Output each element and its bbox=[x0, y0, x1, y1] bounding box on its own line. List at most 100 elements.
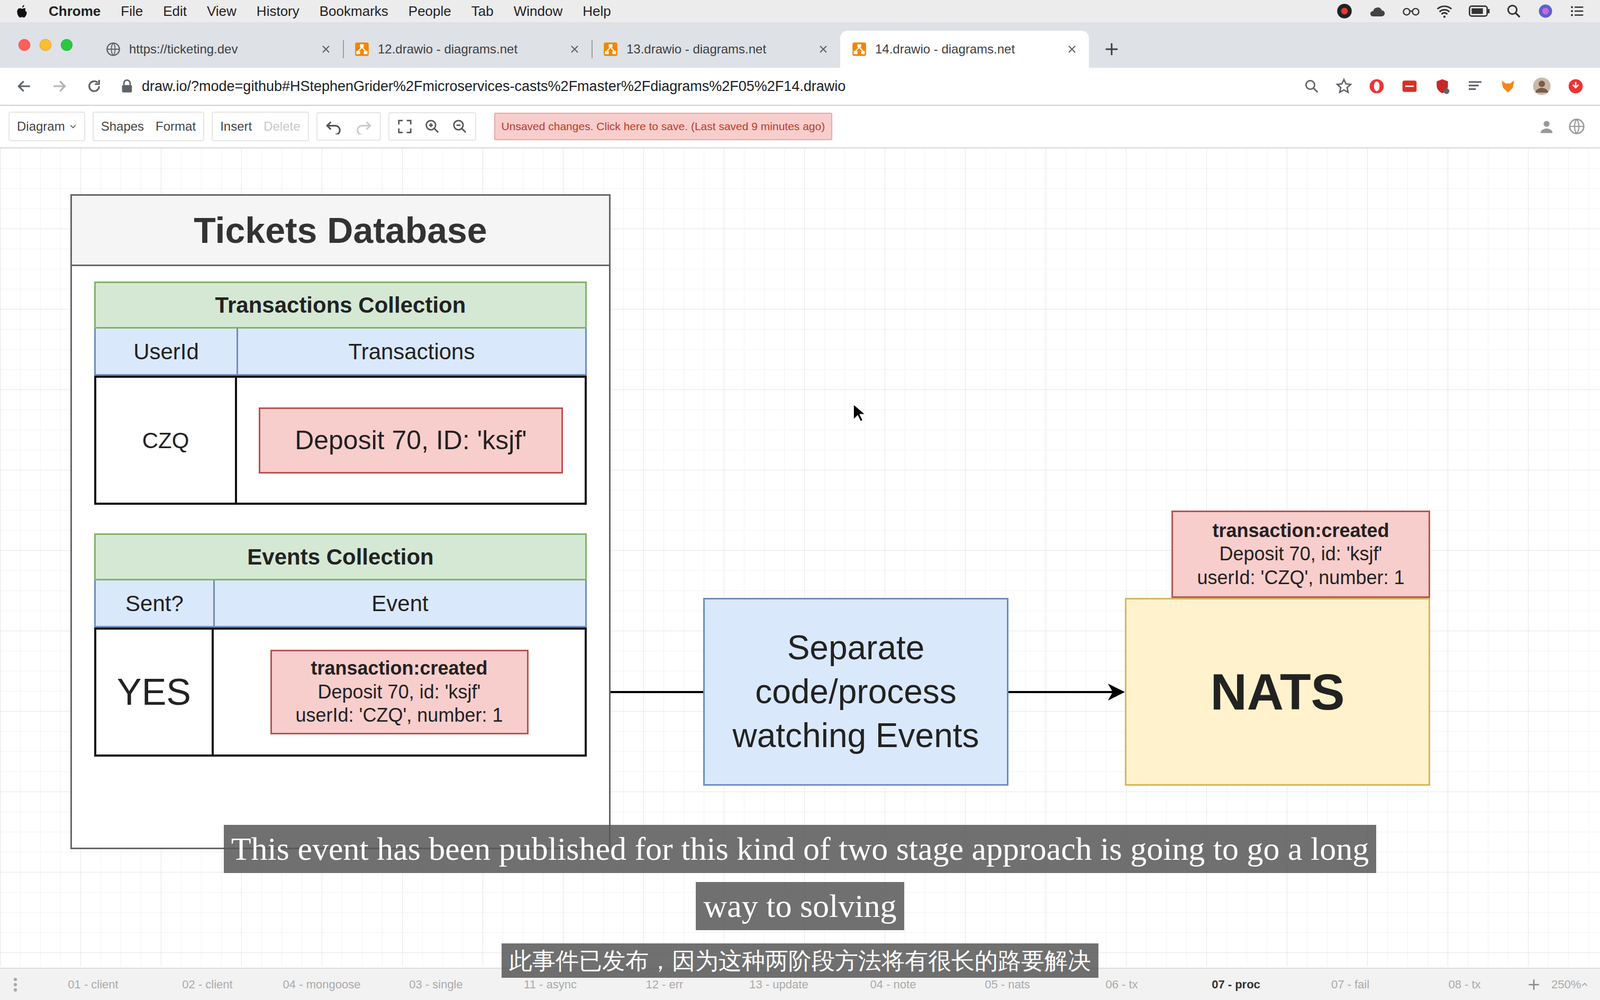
search-icon[interactable] bbox=[1505, 3, 1522, 20]
add-page-icon[interactable] bbox=[1526, 977, 1541, 992]
browser-tab[interactable]: https://ticketing.dev bbox=[94, 30, 343, 68]
page-tab[interactable]: 11 - async bbox=[493, 975, 608, 994]
reload-icon[interactable] bbox=[85, 77, 103, 95]
collection[interactable]: Events CollectionSent?EventYEStransactio… bbox=[94, 533, 587, 757]
close-tab-icon[interactable] bbox=[569, 43, 580, 55]
close-window-icon[interactable] bbox=[17, 38, 31, 52]
redo-icon bbox=[354, 118, 373, 135]
shield-extension-icon[interactable] bbox=[1433, 77, 1451, 95]
menu-item[interactable]: File bbox=[120, 1, 143, 22]
user-icon[interactable] bbox=[1538, 118, 1555, 135]
page-tab[interactable]: 02 - client bbox=[150, 975, 265, 994]
wifi-icon[interactable] bbox=[1435, 3, 1453, 20]
database-title[interactable]: Tickets Database bbox=[71, 195, 609, 267]
collection-row[interactable]: YES transaction:createdDeposit 70, id: 'k… bbox=[94, 627, 587, 757]
forward-icon[interactable] bbox=[50, 77, 68, 95]
zoom-caret-icon[interactable] bbox=[1580, 980, 1589, 989]
glasses-icon[interactable] bbox=[1402, 3, 1421, 20]
tab-title[interactable]: 12.drawio - diagrams.net bbox=[377, 39, 561, 59]
page-tab[interactable]: 07 - fail bbox=[1293, 975, 1408, 994]
siri-icon[interactable] bbox=[1537, 3, 1554, 20]
menu-item[interactable]: Edit bbox=[162, 1, 187, 22]
toolbar-button[interactable]: Diagram bbox=[16, 116, 66, 136]
cloud-icon[interactable] bbox=[1368, 3, 1387, 20]
language-globe-icon[interactable] bbox=[1568, 117, 1586, 135]
tab-title[interactable]: https://ticketing.dev bbox=[129, 39, 313, 59]
process-label: Separate bbox=[787, 625, 925, 670]
record-box[interactable]: transaction:createdDeposit 70, id: 'ksjf… bbox=[270, 649, 529, 735]
nats-node[interactable]: NATS bbox=[1124, 597, 1431, 786]
zoom-window-icon[interactable] bbox=[60, 38, 74, 52]
notification-list-icon[interactable] bbox=[1569, 3, 1586, 20]
browser-tab[interactable]: 12.drawio - diagrams.net bbox=[342, 30, 592, 68]
menu-item[interactable]: Bookmarks bbox=[319, 1, 389, 22]
zoom-out-icon[interactable] bbox=[451, 118, 468, 135]
back-icon[interactable] bbox=[15, 77, 33, 95]
fullscreen-icon[interactable] bbox=[396, 118, 413, 135]
close-tab-icon[interactable] bbox=[817, 43, 829, 55]
page-zoom-icon[interactable] bbox=[1303, 78, 1320, 95]
menu-item[interactable]: Help bbox=[582, 1, 611, 22]
battery-icon[interactable] bbox=[1468, 3, 1490, 20]
toolbar-button[interactable]: Insert bbox=[220, 116, 252, 136]
menu-item[interactable]: People bbox=[408, 1, 452, 22]
collection-title[interactable]: Transactions Collection bbox=[94, 281, 587, 329]
page-tab[interactable]: 04 - note bbox=[835, 975, 951, 994]
collection[interactable]: Transactions CollectionUserIdTransaction… bbox=[94, 281, 587, 505]
process-node[interactable]: Separatecode/processwatching Events bbox=[703, 597, 1009, 786]
url-text[interactable]: draw.io/?mode=github#HStephenGrider%2Fmi… bbox=[141, 75, 846, 98]
record-box[interactable]: Deposit 70, ID: 'ksjf' bbox=[258, 407, 563, 474]
collection-title[interactable]: Events Collection bbox=[94, 533, 587, 581]
zoom-in-icon[interactable] bbox=[424, 118, 441, 135]
bookmark-star-icon[interactable] bbox=[1335, 77, 1353, 95]
collection-columns: UserIdTransactions bbox=[94, 328, 587, 376]
tab-title[interactable]: 14.drawio - diagrams.net bbox=[875, 39, 1059, 59]
close-tab-icon[interactable] bbox=[320, 43, 332, 55]
menu-item[interactable]: History bbox=[256, 1, 300, 22]
zoom-level[interactable]: 250% bbox=[1551, 975, 1581, 994]
profile-avatar-icon[interactable] bbox=[1532, 76, 1552, 96]
row-key[interactable]: CZQ bbox=[96, 377, 238, 503]
page-tab[interactable]: 07 - proc bbox=[1178, 975, 1294, 994]
tickets-database[interactable]: Tickets Database Transactions CollectionU… bbox=[70, 194, 611, 850]
row-key[interactable]: YES bbox=[96, 629, 214, 755]
extension-red-icon[interactable] bbox=[1401, 77, 1418, 95]
collection-row[interactable]: CZQ Deposit 70, ID: 'ksjf' bbox=[94, 375, 587, 505]
opera-extension-icon[interactable] bbox=[1368, 77, 1386, 95]
menu-bar: Chrome File Edit View History Bookmarks People… bbox=[0, 0, 1600, 23]
toolbar-group: Diagram bbox=[8, 111, 86, 142]
toolbar-group: Shapes Format bbox=[92, 111, 205, 142]
page-tab[interactable]: 05 - nats bbox=[950, 975, 1065, 994]
app-name-menu[interactable]: Chrome bbox=[48, 1, 101, 22]
new-tab-icon[interactable] bbox=[1103, 41, 1120, 58]
minimize-window-icon[interactable] bbox=[39, 38, 52, 52]
lines-extension-icon[interactable] bbox=[1466, 77, 1484, 95]
published-event[interactable]: transaction:createdDeposit 70, id: 'ksjf… bbox=[1171, 510, 1431, 598]
url-field[interactable]: draw.io/?mode=github#HStephenGrider%2Fmi… bbox=[120, 75, 1286, 98]
close-tab-icon[interactable] bbox=[1066, 43, 1078, 55]
database-body: Transactions CollectionUserIdTransaction… bbox=[71, 266, 609, 772]
browser-tab[interactable]: 14.drawio - diagrams.net bbox=[840, 30, 1089, 68]
page-tab[interactable]: 01 - client bbox=[35, 975, 151, 994]
menu-item[interactable]: Window bbox=[513, 1, 563, 22]
page-tab[interactable]: 08 - tx bbox=[1407, 975, 1522, 994]
menu-item[interactable]: Tab bbox=[471, 1, 494, 22]
page-tab[interactable]: 06 - tx bbox=[1064, 975, 1179, 994]
toolbar-button[interactable]: Shapes bbox=[101, 116, 144, 136]
page-tab[interactable]: 03 - single bbox=[378, 975, 494, 994]
fox-extension-icon[interactable] bbox=[1499, 77, 1517, 95]
page-tab[interactable]: 13 - update bbox=[721, 975, 836, 994]
toolbar-button[interactable]: Format bbox=[155, 116, 196, 136]
update-icon[interactable] bbox=[1567, 77, 1585, 95]
undo-icon[interactable] bbox=[324, 118, 343, 135]
window-controls bbox=[17, 38, 74, 52]
browser-tab[interactable]: 13.drawio - diagrams.net bbox=[591, 30, 841, 68]
page-tab[interactable]: 04 - mongoose bbox=[264, 975, 379, 994]
unsaved-changes-notice[interactable]: Unsaved changes. Click here to save. (La… bbox=[494, 112, 833, 141]
lock-icon bbox=[120, 78, 134, 94]
page-tab[interactable]: 12 - err bbox=[607, 975, 722, 994]
menu-item[interactable]: View bbox=[206, 1, 237, 22]
tab-title[interactable]: 13.drawio - diagrams.net bbox=[626, 39, 810, 59]
page-menu-icon[interactable] bbox=[10, 975, 21, 994]
creative-cloud-icon[interactable] bbox=[1336, 3, 1353, 20]
